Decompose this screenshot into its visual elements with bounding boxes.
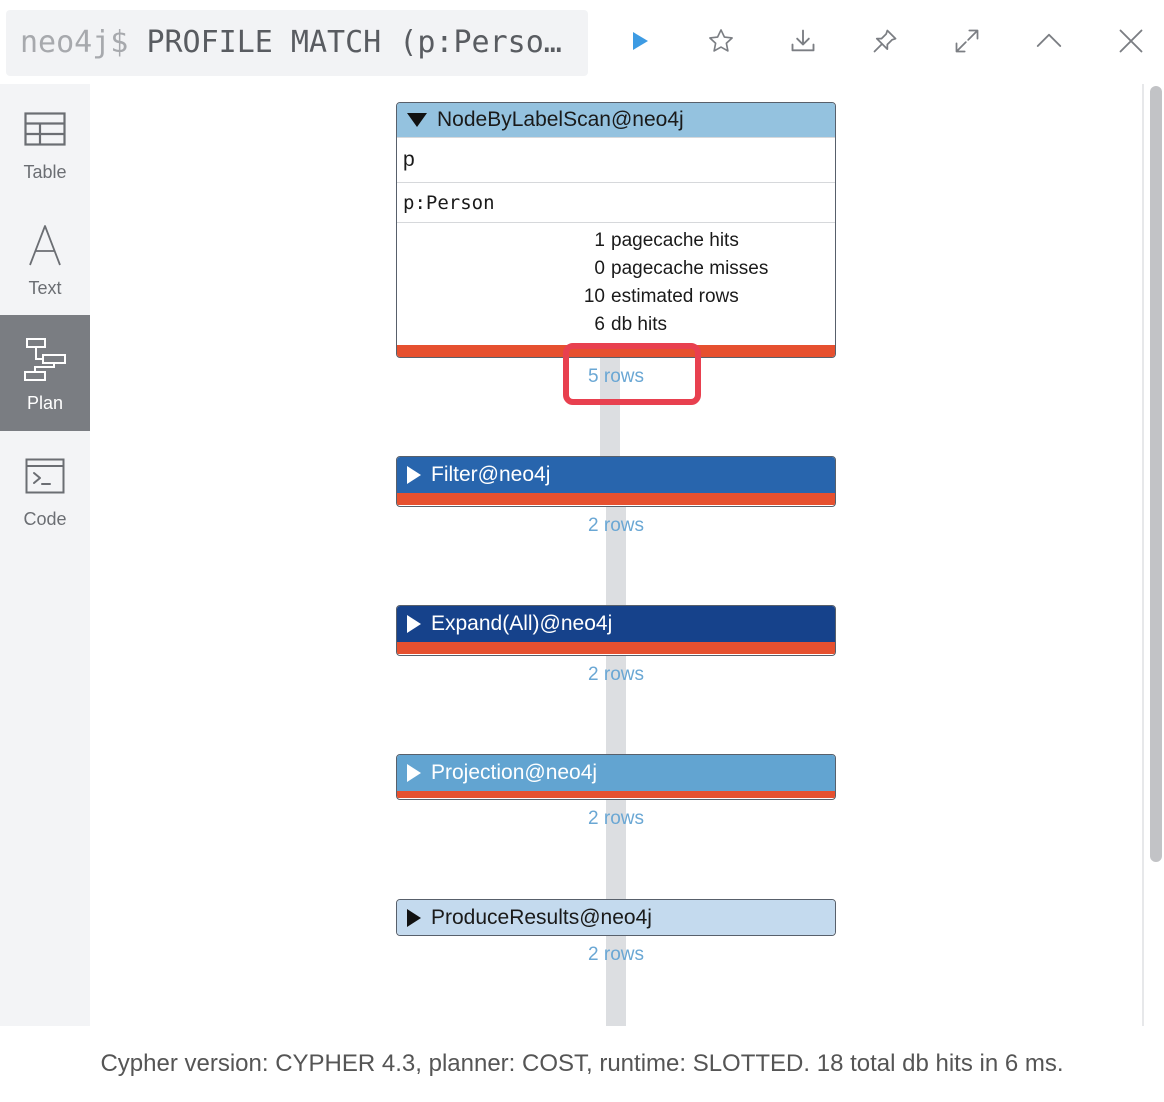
stat-value: 0 (594, 258, 605, 279)
download-button[interactable] (778, 16, 828, 66)
table-icon (24, 112, 66, 146)
favorite-star-icon (709, 29, 733, 52)
view-switcher-sidebar: Table Text Plan Code (0, 84, 90, 1026)
cost-bar (397, 642, 835, 654)
plan-result-frame: neo4j$ PROFILE MATCH (p:Perso… Table Tex… (0, 0, 1164, 1102)
highlight-annotation (563, 343, 701, 405)
query-editor[interactable]: neo4j$ PROFILE MATCH (p:Perso… (6, 10, 588, 76)
rows-count-label: 2 rows (588, 515, 644, 536)
identifier-value: p (403, 148, 415, 171)
rows-count-label: 2 rows (588, 808, 644, 829)
operator-header[interactable]: NodeByLabelScan@neo4j (397, 103, 835, 137)
pin-icon (873, 29, 897, 53)
sidebar-item-label: Code (23, 509, 67, 529)
expanded-triangle-icon (407, 113, 427, 127)
plan-summary-text: Cypher version: CYPHER 4.3, planner: COS… (100, 1050, 1064, 1077)
plan-operator-nodebylabelscan[interactable]: NodeByLabelScan@neo4j p p:Person 1 pagec… (396, 102, 836, 358)
pin-button[interactable] (860, 16, 910, 66)
operator-identifier: p (397, 137, 835, 182)
operator-name: Projection@neo4j (431, 761, 598, 784)
collapsed-triangle-icon (407, 764, 421, 782)
plan-icon (24, 338, 66, 381)
cost-bar (397, 791, 835, 798)
collapsed-triangle-icon (407, 908, 421, 927)
plan-operator-produceresults[interactable]: ProduceResults@neo4j (396, 899, 836, 936)
collapsed-triangle-icon (407, 466, 421, 484)
vertical-scrollbar[interactable] (1150, 86, 1162, 862)
plan-operator-expand-all[interactable]: Expand(All)@neo4j (396, 605, 836, 656)
sidebar-item-table[interactable]: Table (0, 84, 90, 200)
sidebar-item-text[interactable]: Text (0, 200, 90, 316)
run-button[interactable] (615, 16, 665, 66)
collapse-icon (1036, 33, 1062, 47)
rows-count-label: 2 rows (588, 664, 644, 685)
close-button[interactable] (1106, 16, 1156, 66)
operator-name: NodeByLabelScan@neo4j (437, 108, 684, 131)
operator-name: Expand(All)@neo4j (431, 612, 613, 635)
details-value: p:Person (403, 191, 495, 214)
favorite-button[interactable] (696, 16, 746, 66)
operator-details: p:Person (397, 182, 835, 222)
query-text: PROFILE MATCH (p:Perso… (146, 25, 561, 60)
sidebar-item-label: Table (23, 162, 67, 182)
stat-label: estimated rows (611, 286, 739, 307)
operator-stats: 1 pagecache hits 0 pagecache misses 10 e… (397, 222, 835, 341)
stat-value: 10 (583, 286, 605, 307)
query-text-value: PROFILE MATCH (p:Perso… (146, 25, 562, 60)
fullscreen-icon (955, 29, 979, 53)
stat-estimated-rows: 10 estimated rows (397, 283, 835, 311)
query-plan-canvas[interactable]: NodeByLabelScan@neo4j p p:Person 1 pagec… (90, 84, 1142, 1026)
plan-operator-filter[interactable]: Filter@neo4j (396, 456, 836, 507)
operator-header[interactable]: ProduceResults@neo4j (397, 900, 835, 935)
query-prompt: neo4j$ (20, 25, 129, 60)
close-icon (1119, 29, 1143, 53)
operator-header[interactable]: Projection@neo4j (397, 755, 835, 791)
operator-name: Filter@neo4j (431, 463, 551, 486)
collapsed-triangle-icon (407, 615, 421, 633)
stat-value: 1 (594, 230, 605, 251)
frame-header: neo4j$ PROFILE MATCH (p:Perso… (0, 0, 1164, 84)
download-icon (791, 29, 815, 52)
stat-label: pagecache misses (611, 258, 769, 279)
status-footer: Cypher version: CYPHER 4.3, planner: COS… (0, 1026, 1164, 1102)
operator-header[interactable]: Filter@neo4j (397, 457, 835, 493)
sidebar-item-plan[interactable]: Plan (0, 315, 90, 431)
sidebar-item-label: Plan (26, 393, 64, 413)
code-icon (25, 458, 65, 494)
sidebar-item-label: Text (28, 278, 62, 298)
plan-operator-projection[interactable]: Projection@neo4j (396, 754, 836, 800)
rows-count-label: 2 rows (588, 944, 644, 965)
sidebar-item-code[interactable]: Code (0, 431, 90, 547)
text-icon (29, 225, 61, 266)
stat-pagecache-hits: 1 pagecache hits (397, 227, 835, 255)
stat-label: pagecache hits (611, 230, 739, 251)
run-icon (633, 32, 648, 50)
collapse-button[interactable] (1024, 16, 1074, 66)
cost-bar (397, 493, 835, 505)
operator-name: ProduceResults@neo4j (431, 905, 652, 929)
stat-label: db hits (611, 314, 667, 335)
fullscreen-button[interactable] (942, 16, 992, 66)
stat-value: 6 (594, 314, 605, 335)
stat-pagecache-misses: 0 pagecache misses (397, 255, 835, 283)
operator-header[interactable]: Expand(All)@neo4j (397, 606, 835, 642)
scroll-track (1142, 84, 1144, 1026)
stat-db-hits: 6 db hits (397, 311, 835, 339)
